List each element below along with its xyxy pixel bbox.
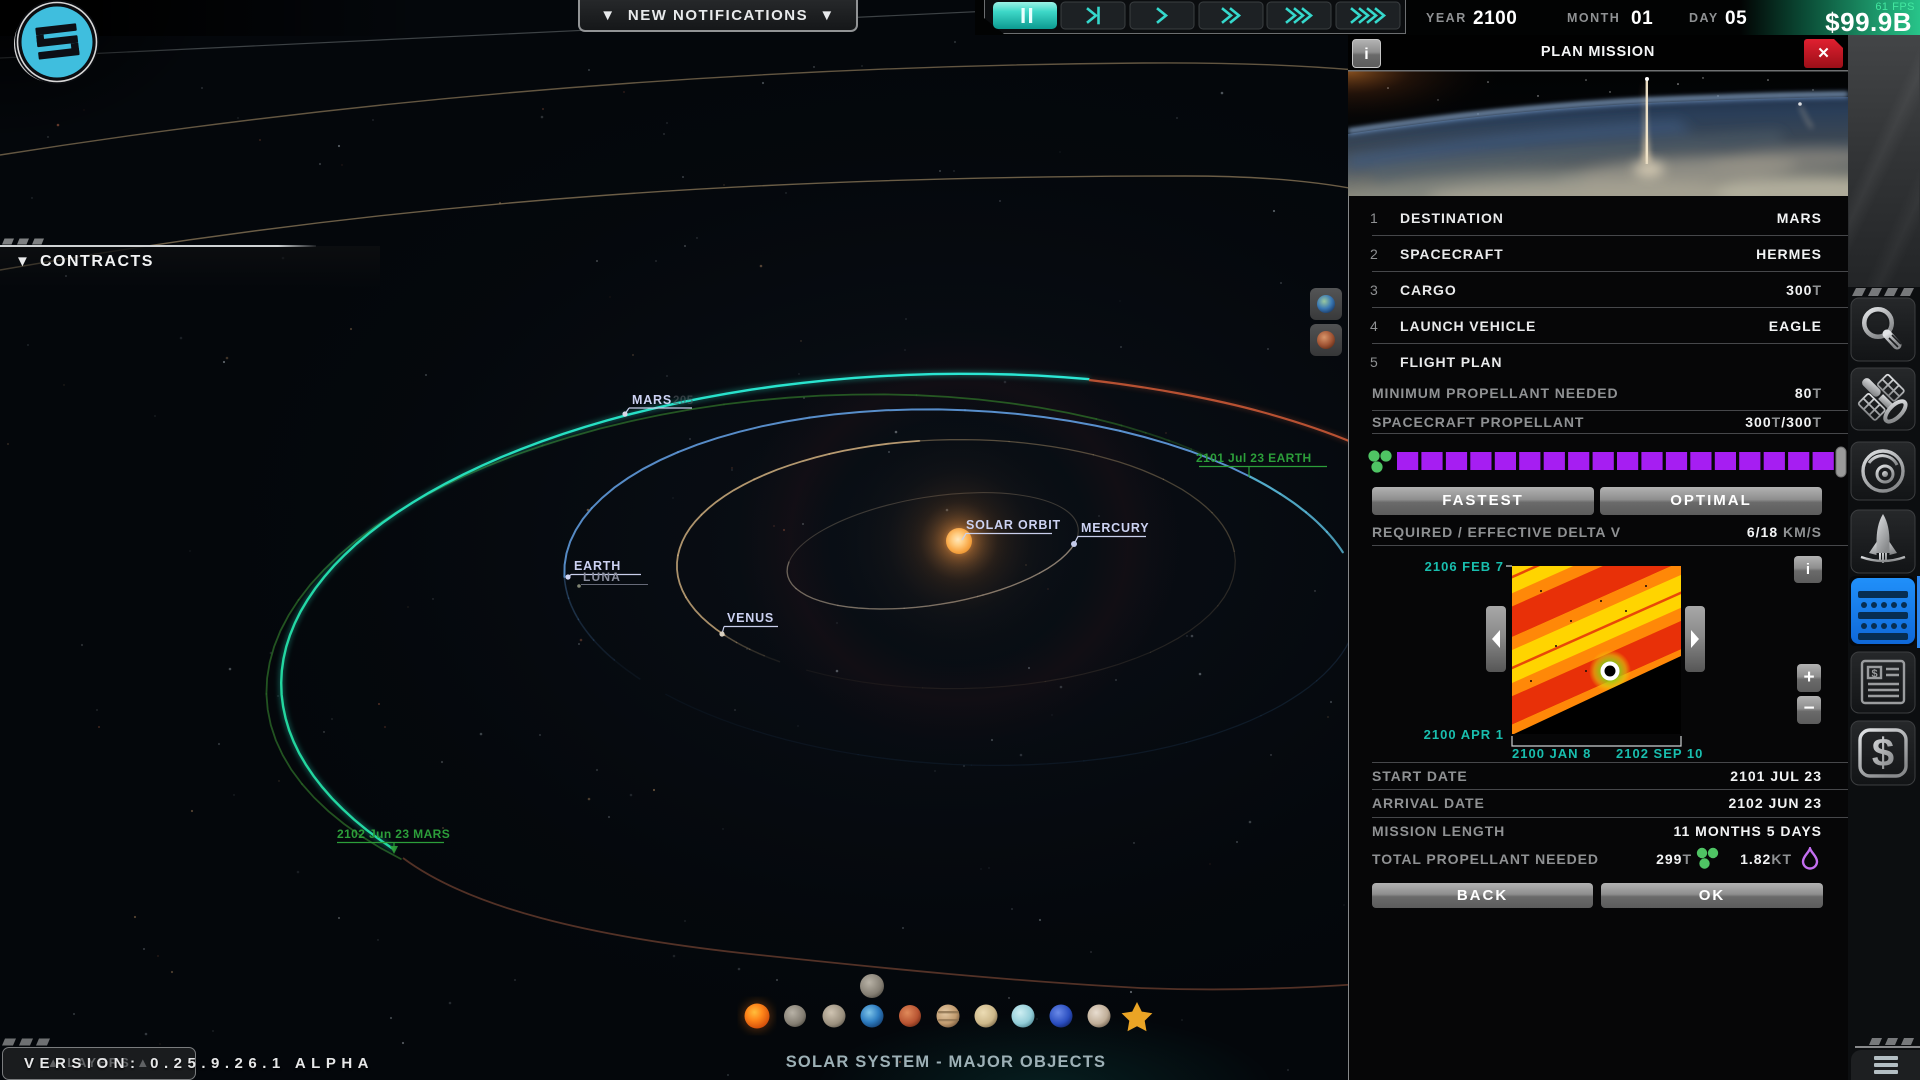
svg-text:$: $ (1871, 668, 1877, 680)
svg-text:LUNA: LUNA (583, 570, 621, 584)
svg-text:2100 APR 1: 2100 APR 1 (1424, 727, 1504, 742)
svg-text:205: 205 (673, 395, 694, 407)
svg-text:2100 JAN 8: 2100 JAN 8 (1512, 746, 1591, 761)
svg-text:MARS: MARS (632, 393, 672, 407)
svg-text:2102 Jun 23 MARS: 2102 Jun 23 MARS (337, 827, 450, 841)
svg-text:$: $ (1872, 731, 1894, 775)
svg-text:2106 FEB 7: 2106 FEB 7 (1425, 559, 1504, 574)
svg-text:MERCURY: MERCURY (1081, 521, 1149, 535)
svg-text:VENUS: VENUS (727, 611, 774, 625)
svg-text:SOLAR ORBIT: SOLAR ORBIT (966, 518, 1061, 532)
svg-text:SOLAR SYSTEM - MAJOR OBJECTS: SOLAR SYSTEM - MAJOR OBJECTS (786, 1053, 1107, 1071)
svg-text:2102 SEP 10: 2102 SEP 10 (1616, 746, 1703, 761)
svg-text:2101 Jul 23 EARTH: 2101 Jul 23 EARTH (1196, 451, 1312, 465)
